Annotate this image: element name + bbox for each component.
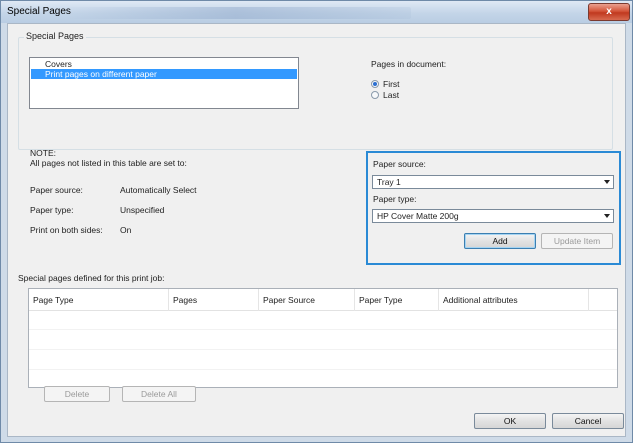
dialog-body: Special Pages Covers Print pages on diff… bbox=[7, 23, 626, 437]
radio-selected-icon bbox=[371, 80, 379, 88]
list-item-covers[interactable]: Covers bbox=[31, 59, 297, 69]
paper-type-dropdown[interactable]: HP Cover Matte 200g bbox=[372, 209, 614, 223]
special-pages-list[interactable]: Covers Print pages on different paper bbox=[29, 57, 299, 109]
column-page-type[interactable]: Page Type bbox=[29, 289, 169, 311]
note-duplex-label: Print on both sides: bbox=[30, 225, 103, 235]
background-window-tabs bbox=[61, 7, 411, 19]
table-header: Page Type Pages Paper Source Paper Type … bbox=[29, 289, 617, 311]
list-item-different-paper[interactable]: Print pages on different paper bbox=[31, 69, 297, 79]
paper-type-value: HP Cover Matte 200g bbox=[377, 211, 459, 221]
note-text: All pages not listed in this table are s… bbox=[30, 158, 187, 168]
note-type-label: Paper type: bbox=[30, 205, 74, 215]
column-paper-type[interactable]: Paper Type bbox=[355, 289, 439, 311]
radio-unselected-icon bbox=[371, 91, 379, 99]
group-label: Special Pages bbox=[24, 31, 86, 41]
note-source-value: Automatically Select bbox=[120, 185, 197, 195]
table-row-divider bbox=[29, 329, 617, 330]
pages-in-document-label: Pages in document: bbox=[371, 59, 447, 69]
radio-last[interactable]: Last bbox=[371, 90, 399, 100]
column-additional-attributes[interactable]: Additional attributes bbox=[439, 289, 589, 311]
cancel-button[interactable]: Cancel bbox=[552, 413, 624, 429]
chevron-down-icon bbox=[604, 180, 610, 184]
title-bar: Special Pages x bbox=[1, 1, 632, 23]
paper-source-dropdown[interactable]: Tray 1 bbox=[372, 175, 614, 189]
note-block: NOTE: All pages not listed in this table… bbox=[30, 148, 187, 168]
table-row-divider bbox=[29, 369, 617, 370]
radio-last-label: Last bbox=[383, 90, 400, 100]
note-type-value: Unspecified bbox=[120, 205, 165, 215]
column-pages[interactable]: Pages bbox=[169, 289, 259, 311]
note-source-label: Paper source: bbox=[30, 185, 83, 195]
delete-all-button[interactable]: Delete All bbox=[122, 386, 196, 402]
note-duplex-value: On bbox=[120, 225, 132, 235]
radio-first-label: First bbox=[383, 79, 400, 89]
paper-source-value: Tray 1 bbox=[377, 177, 401, 187]
chevron-down-icon bbox=[604, 214, 610, 218]
note-title: NOTE: bbox=[30, 148, 56, 158]
special-pages-table[interactable]: Page Type Pages Paper Source Paper Type … bbox=[28, 288, 618, 388]
table-row-divider bbox=[29, 349, 617, 350]
close-button[interactable]: x bbox=[588, 3, 630, 21]
special-pages-dialog: Special Pages x Special Pages Covers Pri… bbox=[0, 0, 633, 443]
close-icon: x bbox=[606, 6, 612, 17]
delete-button[interactable]: Delete bbox=[44, 386, 110, 402]
ok-button[interactable]: OK bbox=[474, 413, 546, 429]
special-pages-table-label: Special pages defined for this print job… bbox=[18, 273, 165, 283]
update-item-button[interactable]: Update Item bbox=[541, 233, 613, 249]
add-button[interactable]: Add bbox=[464, 233, 536, 249]
paper-source-label: Paper source: bbox=[373, 159, 426, 169]
radio-first[interactable]: First bbox=[371, 79, 400, 89]
column-paper-source[interactable]: Paper Source bbox=[259, 289, 355, 311]
paper-type-label: Paper type: bbox=[373, 194, 417, 204]
